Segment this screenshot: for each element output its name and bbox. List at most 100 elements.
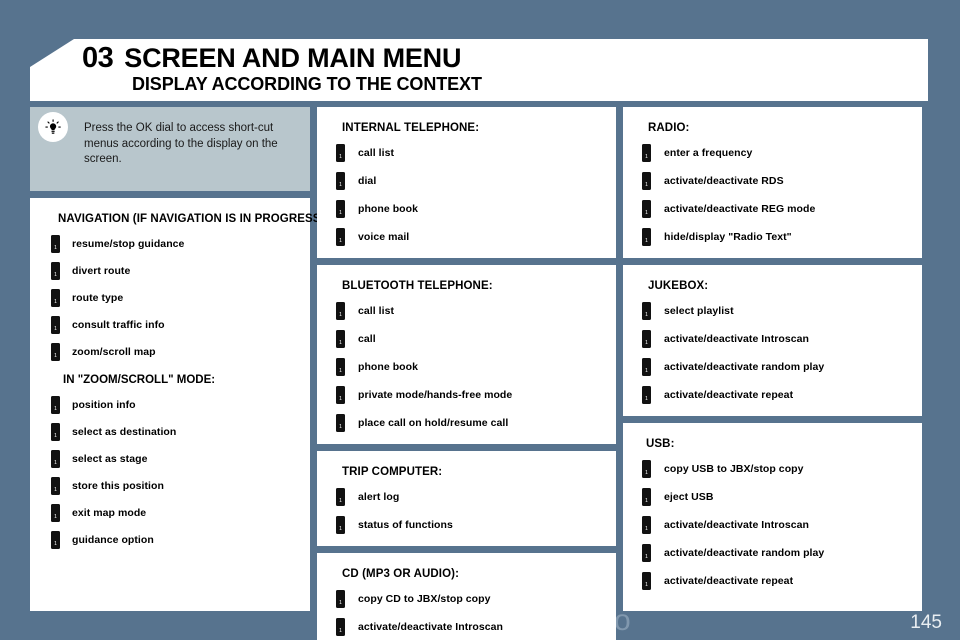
lightbulb-icon [38, 112, 68, 142]
menu-marker-icon: 1 [642, 200, 651, 218]
list-item[interactable]: 1 exit map mode [42, 504, 296, 522]
list-item[interactable]: 1 private mode/hands-free mode [329, 386, 602, 404]
list-item-label: store this position [72, 480, 164, 492]
menu-marker-icon: 1 [642, 460, 651, 478]
menu-marker-icon: 1 [51, 316, 60, 334]
menu-marker-icon: 1 [336, 144, 345, 162]
list-item[interactable]: 1 activate/deactivate repeat [635, 386, 908, 404]
list-item[interactable]: 1 phone book [329, 200, 602, 218]
panel-title: RADIO: [648, 122, 690, 134]
list-item[interactable]: 1 guidance option [42, 531, 296, 549]
menu-marker-icon: 1 [336, 488, 345, 506]
panel-title: BLUETOOTH TELEPHONE: [342, 280, 493, 292]
list-item-label: phone book [358, 203, 418, 215]
menu-marker-icon: 1 [336, 590, 345, 608]
column-right: RADIO: 1 enter a frequency 1 activate/de… [623, 107, 922, 611]
list-item[interactable]: 1 phone book [329, 358, 602, 376]
list-item-label: activate/deactivate Introscan [358, 621, 504, 633]
list-item-label: activate/deactivate random play [664, 547, 825, 559]
content-columns: Press the OK dial to access short-cut me… [30, 107, 928, 640]
list-item-label: hide/display "Radio Text" [664, 231, 792, 243]
list-item[interactable]: 1 copy CD to JBX/stop copy [329, 590, 602, 608]
menu-marker-icon: 1 [336, 330, 345, 348]
list-item[interactable]: 1 activate/deactivate Introscan [635, 330, 908, 348]
list-item-label: copy USB to JBX/stop copy [664, 463, 804, 475]
list-item[interactable]: 1 consult traffic info [42, 316, 296, 334]
list-item-label: alert log [358, 491, 400, 503]
list-item-label: select playlist [664, 305, 734, 317]
list-item-label: activate/deactivate Introscan [664, 333, 810, 345]
list-item[interactable]: 1 status of functions [329, 516, 602, 534]
list-item[interactable]: 1 call [329, 330, 602, 348]
panel-title: JUKEBOX: [648, 280, 709, 292]
list-item[interactable]: 1 resume/stop guidance [42, 235, 296, 253]
list-item[interactable]: 1 call list [329, 302, 602, 320]
list-item-label: select as destination [72, 426, 177, 438]
menu-marker-icon: 1 [642, 358, 651, 376]
list-item[interactable]: 1 eject USB [635, 488, 908, 506]
panel-radio: RADIO: 1 enter a frequency 1 activate/de… [623, 107, 922, 258]
chapter-title: SCREEN AND MAIN MENU [124, 43, 462, 73]
menu-marker-icon: 1 [51, 477, 60, 495]
list-item[interactable]: 1 activate/deactivate Introscan [635, 516, 908, 534]
menu-marker-icon: 1 [336, 358, 345, 376]
list-item[interactable]: 1 position info [42, 396, 296, 414]
list-item[interactable]: 1 enter a frequency [635, 144, 908, 162]
tip-box: Press the OK dial to access short-cut me… [30, 107, 310, 191]
chapter-subtitle: DISPLAY ACCORDING TO THE CONTEXT [132, 74, 482, 94]
panel-internal-telephone: INTERNAL TELEPHONE: 1 call list 1 dial 1… [317, 107, 616, 258]
panel-title: TRIP COMPUTER: [342, 466, 443, 478]
panel-navigation: NAVIGATION (IF NAVIGATION IS IN PROGRESS… [30, 198, 328, 611]
menu-marker-icon: 1 [336, 516, 345, 534]
list-item-label: exit map mode [72, 507, 147, 519]
list-item-label: resume/stop guidance [72, 238, 185, 250]
panel-title: USB: [646, 438, 675, 450]
list-item[interactable]: 1 place call on hold/resume call [329, 414, 602, 432]
list-item[interactable]: 1 call list [329, 144, 602, 162]
menu-marker-icon: 1 [642, 386, 651, 404]
column-middle: INTERNAL TELEPHONE: 1 call list 1 dial 1… [317, 107, 616, 640]
list-item-label: copy CD to JBX/stop copy [358, 593, 491, 605]
menu-marker-icon: 1 [336, 172, 345, 190]
list-item[interactable]: 1 select as stage [42, 450, 296, 468]
list-item[interactable]: 1 select as destination [42, 423, 296, 441]
list-item[interactable]: 1 activate/deactivate Introscan [329, 618, 602, 636]
list-item[interactable]: 1 route type [42, 289, 296, 307]
list-item-label: divert route [72, 265, 131, 277]
list-item[interactable]: 1 activate/deactivate random play [635, 544, 908, 562]
list-item[interactable]: 1 copy USB to JBX/stop copy [635, 460, 908, 478]
page-number: 145 [910, 612, 942, 633]
list-item-label: private mode/hands-free mode [358, 389, 513, 401]
list-item[interactable]: 1 activate/deactivate repeat [635, 572, 908, 590]
list-item[interactable]: 1 select playlist [635, 302, 908, 320]
list-item[interactable]: 1 divert route [42, 262, 296, 280]
list-item[interactable]: 1 hide/display "Radio Text" [635, 228, 908, 246]
list-item[interactable]: 1 voice mail [329, 228, 602, 246]
panel-bluetooth-telephone: BLUETOOTH TELEPHONE: 1 call list 1 call … [317, 265, 616, 444]
list-item-label: status of functions [358, 519, 453, 531]
list-item[interactable]: 1 activate/deactivate random play [635, 358, 908, 376]
panel-usb: USB: 1 copy USB to JBX/stop copy 1 eject… [623, 423, 922, 611]
list-item[interactable]: 1 dial [329, 172, 602, 190]
menu-marker-icon: 1 [51, 343, 60, 361]
list-item-label: phone book [358, 361, 418, 373]
list-item[interactable]: 1 alert log [329, 488, 602, 506]
list-item-label: dial [358, 175, 377, 187]
menu-marker-icon: 1 [642, 330, 651, 348]
panel-jukebox: JUKEBOX: 1 select playlist 1 activate/de… [623, 265, 922, 416]
panel-trip-computer: TRIP COMPUTER: 1 alert log 1 status of f… [317, 451, 616, 546]
menu-marker-icon: 1 [642, 572, 651, 590]
list-item[interactable]: 1 activate/deactivate RDS [635, 172, 908, 190]
menu-marker-icon: 1 [336, 228, 345, 246]
list-item[interactable]: 1 zoom/scroll map [42, 343, 296, 361]
list-item[interactable]: 1 activate/deactivate REG mode [635, 200, 908, 218]
menu-marker-icon: 1 [51, 396, 60, 414]
menu-marker-icon: 1 [336, 386, 345, 404]
tip-text: Press the OK dial to access short-cut me… [84, 122, 278, 166]
list-item[interactable]: 1 store this position [42, 477, 296, 495]
list-item-label: activate/deactivate random play [664, 361, 825, 373]
menu-marker-icon: 1 [642, 302, 651, 320]
list-item-label: zoom/scroll map [72, 346, 156, 358]
chapter-number: 03 [82, 42, 114, 74]
column-left: Press the OK dial to access short-cut me… [30, 107, 328, 611]
